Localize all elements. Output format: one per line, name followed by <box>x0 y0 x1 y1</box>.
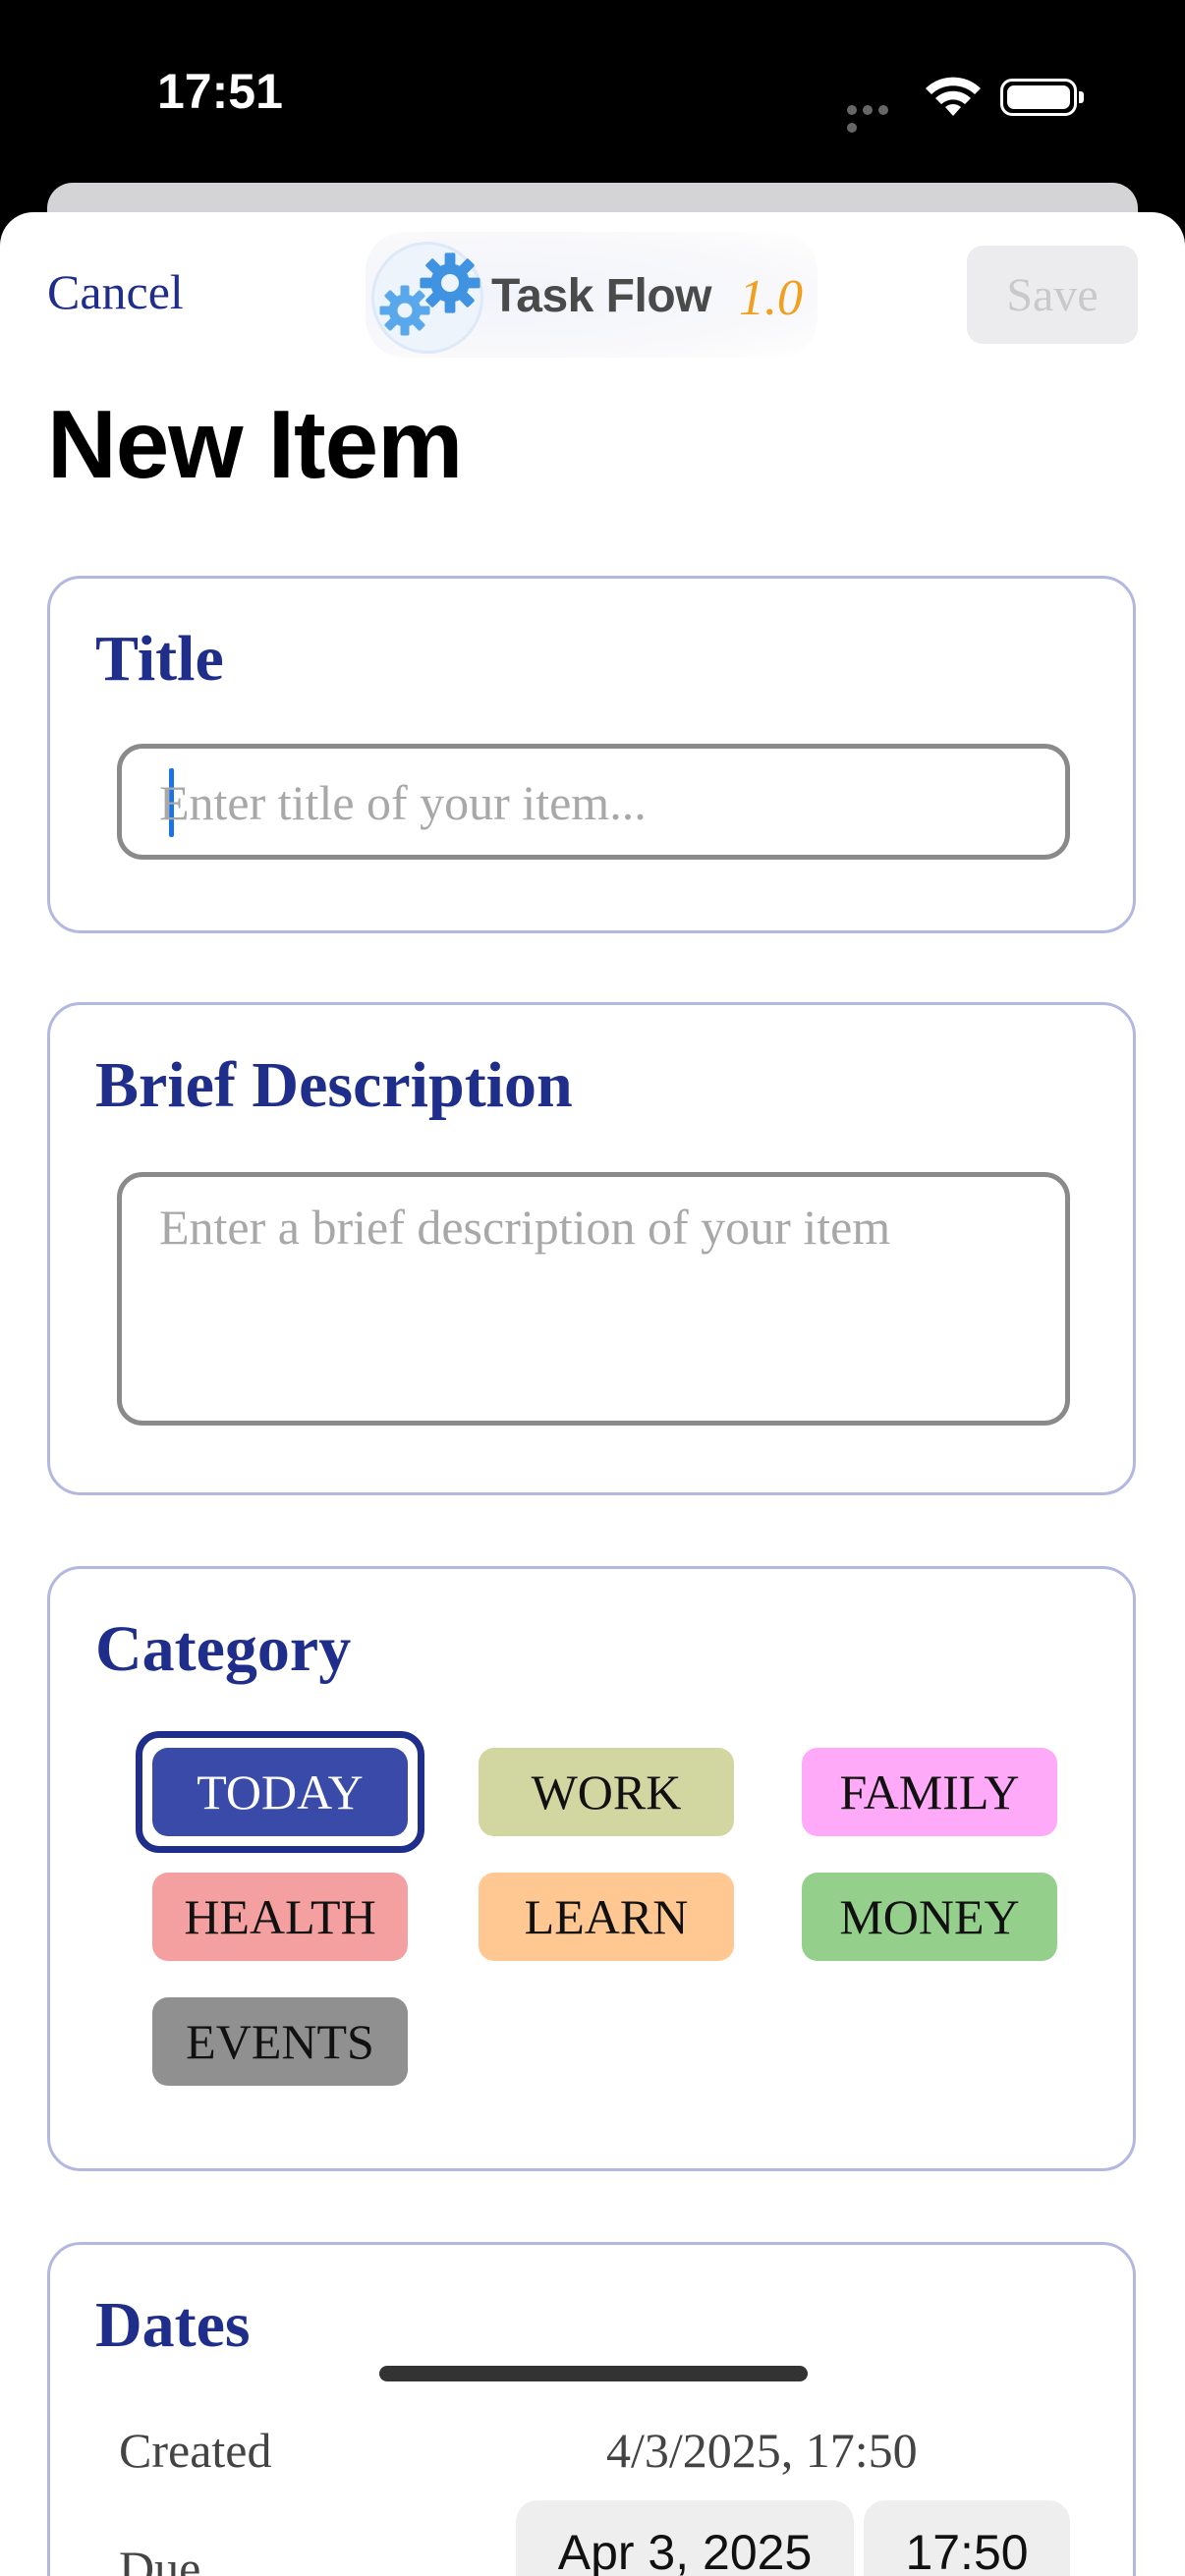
home-indicator <box>379 2366 808 2381</box>
created-label: Created <box>119 2423 272 2478</box>
app-logo: Task Flow 1.0 <box>366 232 818 358</box>
category-chip-health[interactable]: HEALTH <box>152 1873 408 1961</box>
title-heading: Title <box>95 623 224 695</box>
dates-heading: Dates <box>95 2289 251 2361</box>
wifi-icon <box>926 77 981 116</box>
page-title: New Item <box>47 390 463 498</box>
title-placeholder: Enter title of your item... <box>159 775 647 830</box>
large-gear-icon <box>420 252 480 313</box>
due-label: Due <box>119 2541 201 2576</box>
due-time-picker[interactable]: 17:50 <box>864 2500 1070 2576</box>
category-chip-today[interactable]: TODAY <box>152 1748 408 1836</box>
title-card: Title Enter title of your item... <box>47 576 1136 933</box>
description-placeholder: Enter a brief description of your item <box>159 1200 891 1255</box>
save-button[interactable]: Save <box>967 246 1138 344</box>
logo-text: Task Flow <box>491 270 712 322</box>
cancel-button[interactable]: Cancel <box>47 263 184 320</box>
cellular-signal-icon <box>847 102 906 133</box>
description-heading: Brief Description <box>95 1049 573 1121</box>
category-heading: Category <box>95 1613 352 1685</box>
battery-icon <box>1000 79 1084 116</box>
category-chip-money[interactable]: MONEY <box>802 1873 1057 1961</box>
description-input[interactable]: Enter a brief description of your item <box>117 1172 1070 1426</box>
description-card: Brief Description Enter a brief descript… <box>47 1002 1136 1495</box>
due-date-picker[interactable]: Apr 3, 2025 <box>516 2500 854 2576</box>
category-chip-learn[interactable]: LEARN <box>479 1873 734 1961</box>
status-bar: 17:51 <box>0 0 1185 187</box>
category-card: Category TODAY WORK FAMILY HEALTH LEARN … <box>47 1566 1136 2171</box>
logo-version: 1.0 <box>739 270 803 326</box>
category-chip-family[interactable]: FAMILY <box>802 1748 1057 1836</box>
category-chip-work[interactable]: WORK <box>479 1748 734 1836</box>
status-time: 17:51 <box>157 64 283 119</box>
new-item-sheet: Cancel Task Flow 1.0 Save New Item Title… <box>0 212 1185 2576</box>
dates-card: Dates Created 4/3/2025, 17:50 Due Apr 3,… <box>47 2242 1136 2576</box>
created-value: 4/3/2025, 17:50 <box>606 2423 918 2478</box>
category-chip-events[interactable]: EVENTS <box>152 1997 408 2086</box>
title-input[interactable]: Enter title of your item... <box>117 744 1070 860</box>
